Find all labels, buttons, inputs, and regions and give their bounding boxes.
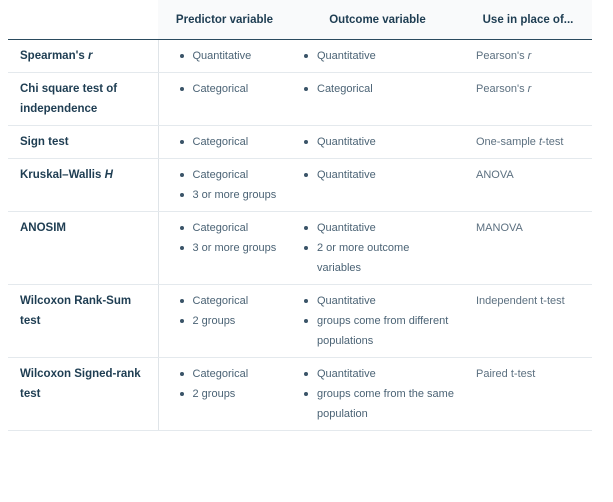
method-name-cell: Spearman's r	[8, 39, 159, 73]
use-in-place-of-cell: Pearson's r	[464, 39, 592, 73]
header-outcome-variable: Outcome variable	[291, 0, 464, 40]
predictor-variable-list: Categorical 2 groups	[179, 364, 282, 404]
list-item: Quantitative	[179, 46, 282, 66]
list-item: Categorical	[179, 165, 282, 185]
outcome-variable-list: Quantitative 2 or more outcome variables	[303, 218, 454, 278]
list-item: Quantitative	[303, 218, 454, 238]
use-in-place-of-cell: Paired t-test	[464, 357, 592, 431]
list-item: 3 or more groups	[179, 185, 282, 205]
predictor-variable-list: Categorical 3 or more groups	[179, 165, 282, 205]
outcome-variable-cell: Quantitative	[291, 125, 464, 159]
method-name-cell: Sign test	[8, 125, 159, 159]
table-body: Spearman's r Quantitative Quantitative Pear…	[8, 39, 592, 431]
table-row: Kruskal–Wallis H Categorical 3 or more gro…	[8, 158, 592, 212]
list-item: Categorical	[303, 79, 454, 99]
use-in-place-of-cell: ANOVA	[464, 158, 592, 212]
table-header: Predictor variable Outcome variable Use …	[8, 0, 592, 40]
method-name: Wilcoxon Signed-rank test	[20, 368, 141, 400]
outcome-variable-cell: Quantitative 2 or more outcome variables	[291, 211, 464, 285]
outcome-variable-list: Quantitative	[303, 132, 454, 152]
list-item: Categorical	[179, 364, 282, 384]
outcome-variable-cell: Quantitative groups come from different p…	[291, 284, 464, 358]
predictor-variable-cell: Categorical 3 or more groups	[158, 158, 291, 212]
use-in-place-of-text: One-sample	[476, 136, 539, 148]
nonparametric-tests-table: Predictor variable Outcome variable Use …	[8, 0, 592, 431]
table-row: Wilcoxon Rank-Sum test Categorical 2 group…	[8, 284, 592, 358]
outcome-variable-list: Quantitative	[303, 46, 454, 66]
outcome-variable-cell: Quantitative	[291, 39, 464, 73]
use-in-place-of-cell: Independent t-test	[464, 284, 592, 358]
use-in-place-of-cell: MANOVA	[464, 211, 592, 285]
method-name-cell: Kruskal–Wallis H	[8, 158, 159, 212]
list-item: groups come from different populations	[303, 311, 454, 351]
method-name: Kruskal–Wallis	[20, 169, 105, 181]
table-row: ANOSIM Categorical 3 or more groups Quantit…	[8, 211, 592, 285]
predictor-variable-cell: Categorical	[158, 72, 291, 126]
list-item: Categorical	[179, 291, 282, 311]
outcome-variable-list: Quantitative groups come from the same po…	[303, 364, 454, 424]
predictor-variable-cell: Categorical 2 groups	[158, 284, 291, 358]
method-name-symbol: H	[104, 169, 113, 181]
page: Predictor variable Outcome variable Use …	[0, 0, 613, 502]
use-in-place-of-cell: Pearson's r	[464, 72, 592, 126]
predictor-variable-cell: Categorical 3 or more groups	[158, 211, 291, 285]
list-item: Categorical	[179, 218, 282, 238]
use-in-place-of-text: Independent t-test	[476, 295, 565, 307]
table-row: Spearman's r Quantitative Quantitative Pear…	[8, 39, 592, 73]
list-item: groups come from the same population	[303, 384, 454, 424]
header-use-in-place-of: Use in place of...	[464, 0, 592, 40]
table-row: Chi square test of independence Categoric…	[8, 72, 592, 126]
list-item: Quantitative	[303, 132, 454, 152]
method-name-cell: Wilcoxon Rank-Sum test	[8, 284, 159, 358]
use-in-place-of-symbol: r	[527, 50, 532, 62]
use-in-place-of-suffix: -test	[542, 136, 564, 148]
outcome-variable-list: Quantitative groups come from different p…	[303, 291, 454, 351]
predictor-variable-cell: Quantitative	[158, 39, 291, 73]
predictor-variable-cell: Categorical 2 groups	[158, 357, 291, 431]
use-in-place-of-cell: One-sample t-test	[464, 125, 592, 159]
list-item: Quantitative	[303, 291, 454, 311]
list-item: Quantitative	[303, 46, 454, 66]
list-item: Categorical	[179, 132, 282, 152]
predictor-variable-list: Categorical	[179, 132, 282, 152]
list-item: 2 groups	[179, 311, 282, 331]
list-item: 3 or more groups	[179, 238, 282, 258]
list-item: 2 or more outcome variables	[303, 238, 454, 278]
use-in-place-of-symbol: r	[527, 83, 532, 95]
outcome-variable-list: Categorical	[303, 79, 454, 99]
header-predictor-variable: Predictor variable	[158, 0, 291, 40]
method-name: ANOSIM	[20, 222, 66, 234]
use-in-place-of-text: ANOVA	[476, 169, 514, 181]
outcome-variable-cell: Quantitative groups come from the same po…	[291, 357, 464, 431]
outcome-variable-list: Quantitative	[303, 165, 454, 185]
predictor-variable-list: Quantitative	[179, 46, 282, 66]
method-name-cell: Wilcoxon Signed-rank test	[8, 357, 159, 431]
outcome-variable-cell: Quantitative	[291, 158, 464, 212]
method-name: Chi square test of independence	[20, 83, 118, 115]
use-in-place-of-text: Paired t-test	[476, 368, 536, 380]
header-method	[8, 0, 158, 40]
table-row: Wilcoxon Signed-rank test Categorical 2 gr…	[8, 357, 592, 431]
use-in-place-of-text: Pearson's	[476, 83, 528, 95]
outcome-variable-cell: Categorical	[291, 72, 464, 126]
method-name: Sign test	[20, 136, 69, 148]
method-name: Spearman's	[20, 50, 88, 62]
predictor-variable-cell: Categorical	[158, 125, 291, 159]
predictor-variable-list: Categorical 2 groups	[179, 291, 282, 331]
predictor-variable-list: Categorical	[179, 79, 282, 99]
use-in-place-of-text: MANOVA	[476, 222, 523, 234]
use-in-place-of-text: Pearson's	[476, 50, 528, 62]
list-item: Categorical	[179, 79, 282, 99]
method-name: Wilcoxon Rank-Sum test	[20, 295, 132, 327]
header-row: Predictor variable Outcome variable Use …	[8, 0, 592, 40]
list-item: 2 groups	[179, 384, 282, 404]
list-item: Quantitative	[303, 165, 454, 185]
list-item: Quantitative	[303, 364, 454, 384]
method-name-symbol: r	[87, 50, 93, 62]
table-row: Sign test Categorical Quantitative One-samp…	[8, 125, 592, 159]
method-name-cell: Chi square test of independence	[8, 72, 159, 126]
method-name-cell: ANOSIM	[8, 211, 159, 285]
predictor-variable-list: Categorical 3 or more groups	[179, 218, 282, 258]
